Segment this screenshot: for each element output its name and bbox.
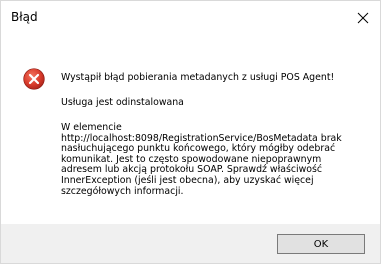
error-icon xyxy=(23,68,45,90)
error-message-main: Wystąpił błąd pobierania metadanych z us… xyxy=(61,72,335,83)
error-message-sub: Usługa jest odinstalowana xyxy=(61,97,184,108)
close-icon xyxy=(357,12,369,24)
ok-button[interactable]: OK xyxy=(277,234,365,254)
dialog-footer: OK xyxy=(1,224,380,263)
close-button[interactable] xyxy=(346,1,380,35)
error-dialog: Błąd Wystąpił błąd pobierania metadanych… xyxy=(0,0,381,264)
title-bar: Błąd xyxy=(1,1,380,35)
dialog-title: Błąd xyxy=(11,10,38,24)
error-message-detail: W elemencie http://localhost:8098/Regist… xyxy=(61,122,342,197)
